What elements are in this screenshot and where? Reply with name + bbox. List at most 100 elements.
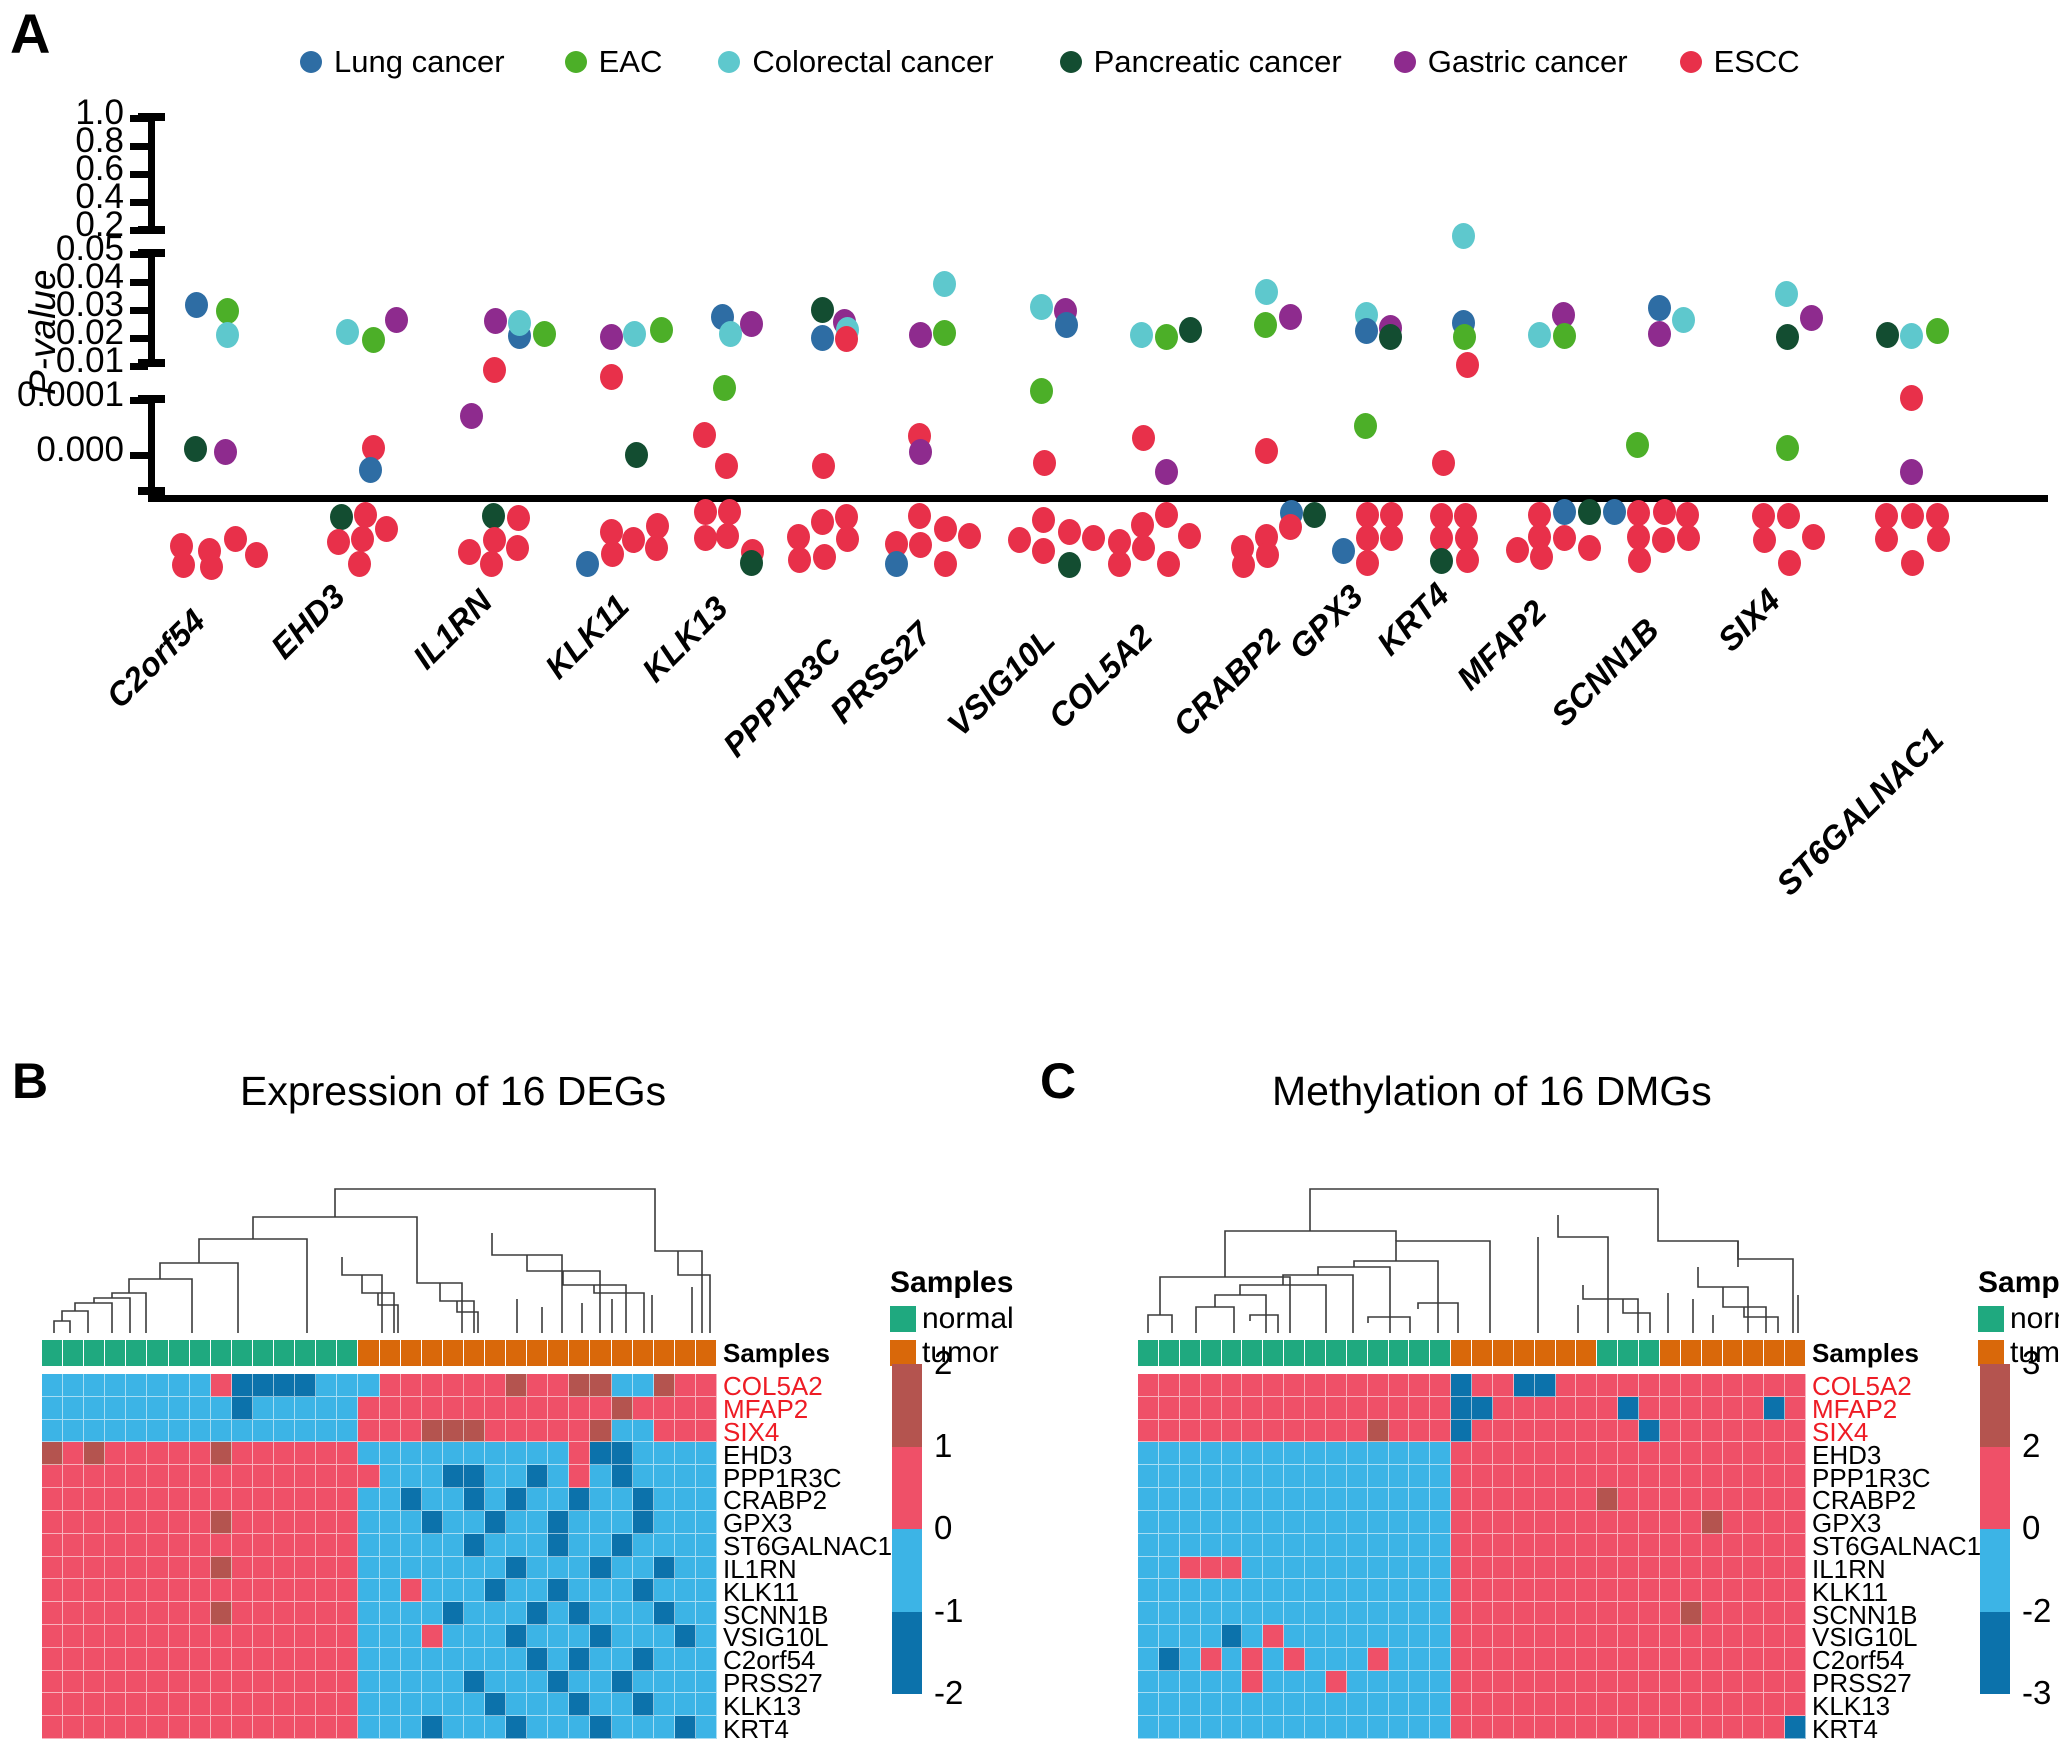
heatmap-cell [1367,1556,1389,1580]
x-axis-category-krt4: KRT4 [1369,575,1457,663]
data-point [1528,322,1551,348]
data-point [1875,526,1898,552]
data-point [1927,526,1950,552]
heatmap-cell [147,1374,169,1397]
data-point [359,457,382,483]
heatmap-cell [358,1670,380,1694]
heatmap-cell [1680,1488,1702,1511]
heatmap-cell [337,1579,359,1603]
heatmap-cell [337,1533,359,1557]
heatmap-cell [1284,1510,1305,1534]
heatmap-cell [1409,1670,1431,1694]
heatmap-cell [168,1579,190,1603]
heatmap-cell [252,1419,275,1443]
heatmap-cell [1659,1396,1681,1420]
heatmap-cell [274,1510,296,1534]
heatmap-cell [1325,1488,1347,1511]
heatmap-cell [1764,1670,1786,1694]
heatmap-cell [1451,1374,1472,1397]
heatmap-cell [1764,1465,1786,1489]
heatmap-cell [1242,1465,1264,1489]
heatmap-cell [1618,1579,1639,1603]
data-point [1130,322,1153,348]
heatmap-cell [274,1579,296,1603]
heatmap-cell [1367,1647,1389,1671]
heatmap-cell [1409,1533,1431,1557]
heatmap-cell [1492,1647,1514,1671]
heatmap-cell [1492,1624,1514,1648]
heatmap-cell [611,1556,633,1580]
x-axis-category-prss27: PRSS27 [822,614,939,731]
heatmap-cell [653,1624,675,1648]
heatmap-cell [189,1396,211,1420]
heatmap-cell [252,1670,275,1694]
heatmap-cell [1534,1670,1556,1694]
heatmap-cell [611,1442,633,1466]
heatmap-cell [105,1556,127,1580]
heatmap-cell [316,1670,338,1694]
heatmap-cell [442,1579,464,1603]
data-point [1055,312,1078,338]
heatmap-cell [231,1533,253,1557]
heatmap-cell [1305,1442,1326,1466]
sample-annotation-cell [1785,1340,1806,1366]
heatmap-cell [632,1579,654,1603]
heatmap-cell [1284,1556,1305,1580]
heatmap-cell [42,1670,64,1694]
heatmap-cell [63,1374,85,1397]
heatmap-cell [484,1465,507,1489]
sample-annotation-cell [611,1340,633,1366]
heatmap-cell [274,1647,296,1671]
heatmap-cell [1680,1556,1702,1580]
colorbar-tick-label: -3 [2022,1674,2052,1711]
heatmap-cell [1764,1693,1786,1717]
heatmap-cell [1388,1556,1410,1580]
heatmap-cell [1722,1419,1744,1443]
heatmap-cell [484,1670,507,1694]
heatmap-cell [1430,1693,1452,1717]
sample-annotation-cell [653,1340,675,1366]
panel-b-sample-annotation-bar [42,1340,717,1366]
heatmap-cell [379,1488,401,1511]
data-point [1802,524,1825,550]
heatmap-cell [1221,1693,1243,1717]
heatmap-cell [1680,1624,1702,1648]
heatmap-cell [1659,1419,1681,1443]
heatmap-cell [295,1602,317,1625]
heatmap-cell [1659,1533,1681,1557]
heatmap-cell [463,1533,485,1557]
heatmap-cell [1618,1510,1639,1534]
heatmap-cell [1492,1374,1514,1397]
heatmap-cell [147,1510,169,1534]
heatmap-cell [1179,1488,1201,1511]
heatmap-cell [126,1647,148,1671]
heatmap-cell [1639,1670,1660,1694]
heatmap-cell [105,1647,127,1671]
heatmap-cell [463,1693,485,1717]
heatmap-cell [84,1465,106,1489]
x-axis-category-crabp2: CRABP2 [1165,620,1288,744]
heatmap-cell [1367,1374,1389,1397]
heatmap-cell [1743,1396,1765,1420]
heatmap-cell [506,1602,528,1625]
heatmap-cell [1284,1533,1305,1557]
heatmap-cell [63,1465,85,1489]
heatmap-cell [1492,1465,1514,1489]
heatmap-cell [527,1488,549,1511]
heatmap-cell [147,1488,169,1511]
heatmap-cell [295,1510,317,1534]
legend-item-gastric-cancer: Gastric cancer [1393,44,1628,80]
heatmap-cell [590,1442,612,1466]
heatmap-cell [252,1465,275,1489]
heatmap-cell [548,1602,570,1625]
heatmap-cell [569,1602,591,1625]
heatmap-cell [590,1624,612,1648]
data-point [811,325,834,351]
heatmap-cell [1325,1374,1347,1397]
heatmap-cell [1388,1396,1410,1420]
heatmap-cell [674,1647,696,1671]
heatmap-cell [1451,1602,1472,1625]
heatmap-cell [147,1556,169,1580]
heatmap-cell [274,1419,296,1443]
heatmap-cell [1597,1693,1619,1717]
